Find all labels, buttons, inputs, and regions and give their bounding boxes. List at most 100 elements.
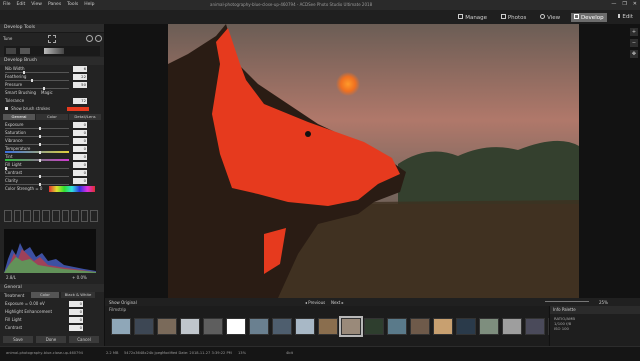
reset-icon[interactable] xyxy=(86,35,93,42)
highlight-enh-row[interactable]: Highlight Enhancement 0 xyxy=(3,308,97,316)
saturation-field[interactable]: 0 xyxy=(73,130,87,136)
filmstrip-thumbnail[interactable] xyxy=(364,318,384,335)
next-button[interactable]: Next ▸ xyxy=(331,300,344,305)
close-icon[interactable]: ✕ xyxy=(633,1,637,7)
tab-develop[interactable]: Develop xyxy=(571,13,607,22)
pressure-field[interactable]: 50 xyxy=(73,82,87,88)
menu-view[interactable]: View xyxy=(31,2,42,7)
stroke-color-swatch[interactable] xyxy=(67,107,89,111)
color-spectrum[interactable] xyxy=(49,186,95,192)
minimize-icon[interactable]: — xyxy=(611,1,616,7)
menu-file[interactable]: File xyxy=(3,2,11,7)
filmstrip-thumbnail[interactable] xyxy=(339,316,363,337)
treatment-color-button[interactable]: Color xyxy=(31,292,59,298)
filmstrip-thumbnail[interactable] xyxy=(226,318,246,335)
pan-icon[interactable]: ✥ xyxy=(630,50,638,58)
maximize-icon[interactable]: ❐ xyxy=(622,1,626,7)
filmstrip-thumbnail[interactable] xyxy=(157,318,177,335)
color-strength-row[interactable]: Color Strength = 0 xyxy=(3,185,101,193)
zoom-out-icon[interactable]: − xyxy=(630,39,638,47)
contrast2-field[interactable]: 0 xyxy=(69,325,83,331)
fill-light-field[interactable]: 0 xyxy=(73,162,87,168)
menu-tools[interactable]: Tools xyxy=(67,2,78,7)
swatch-2[interactable] xyxy=(13,210,22,222)
exposure-ev-field[interactable]: 0 xyxy=(69,301,83,307)
previous-button[interactable]: ◂ Previous xyxy=(305,300,325,305)
tab-view[interactable]: View xyxy=(537,13,563,22)
tint-row[interactable]: Tint 0 xyxy=(3,153,101,162)
swatch-10[interactable] xyxy=(90,210,98,222)
temperature-row[interactable]: Temperature 0 xyxy=(3,145,101,154)
subtab-general[interactable]: General xyxy=(3,114,35,120)
filmstrip-thumbnail[interactable] xyxy=(387,318,407,335)
crop-icon[interactable] xyxy=(48,35,56,43)
swatch-8[interactable] xyxy=(71,210,79,222)
smart-brushing-row[interactable]: Smart Brushing Magic xyxy=(3,89,101,97)
zoom-in-icon[interactable]: + xyxy=(630,28,638,36)
subtab-color[interactable]: Color xyxy=(36,114,68,120)
filmstrip-thumbnail[interactable] xyxy=(410,318,430,335)
filmstrip-thumbnail[interactable] xyxy=(134,318,154,335)
feathering-row[interactable]: Feathering 22 xyxy=(3,73,101,82)
filmstrip-thumbnail[interactable] xyxy=(525,318,545,335)
develop-brush-header[interactable]: Develop Brush xyxy=(0,57,104,65)
show-original-button[interactable]: Show Original xyxy=(109,300,137,305)
subtab-detail-lens[interactable]: Detail/Lens xyxy=(69,114,101,120)
filmstrip-thumbnail[interactable] xyxy=(502,318,522,335)
filmstrip-thumbnail[interactable] xyxy=(295,318,315,335)
swatch-5[interactable] xyxy=(42,210,50,222)
swatch-3[interactable] xyxy=(23,210,31,222)
gear-icon[interactable] xyxy=(95,35,102,42)
menu-help[interactable]: Help xyxy=(84,2,94,7)
swatch-7[interactable] xyxy=(61,210,70,222)
swatch-6[interactable] xyxy=(51,210,60,222)
photo-canvas[interactable] xyxy=(168,24,579,298)
save-button[interactable]: Save xyxy=(3,336,33,343)
tab-edit[interactable]: Edit xyxy=(615,13,636,22)
show-strokes-checkbox[interactable] xyxy=(5,107,8,110)
nib-width-field[interactable]: 6 xyxy=(73,66,87,72)
done-button[interactable]: Done xyxy=(36,336,66,343)
filmstrip-thumbnail[interactable] xyxy=(433,318,453,335)
exposure-field[interactable]: 0 xyxy=(73,122,87,128)
contrast2-row[interactable]: Contrast 0 xyxy=(3,324,97,332)
vibrance-row[interactable]: Vibrance 0 xyxy=(3,137,101,146)
image-viewer[interactable]: + − ✥ xyxy=(105,24,640,298)
filmstrip-thumbnail[interactable] xyxy=(272,318,292,335)
fill-light2-field[interactable]: 0 xyxy=(69,317,83,323)
fill-light-row[interactable]: Fill Light 0 xyxy=(3,161,101,170)
menu-edit[interactable]: Edit xyxy=(17,2,26,7)
highlight-enh-field[interactable]: 0 xyxy=(69,309,83,315)
filmstrip-thumbnail[interactable] xyxy=(180,318,200,335)
pressure-row[interactable]: Pressure 50 xyxy=(3,81,101,90)
general-section-header[interactable]: General xyxy=(0,284,104,292)
swatch-9[interactable] xyxy=(80,210,89,222)
clarity-row[interactable]: Clarity 0 xyxy=(3,177,101,186)
feathering-field[interactable]: 22 xyxy=(73,74,87,80)
tab-photos[interactable]: Photos xyxy=(498,13,529,22)
smart-brushing-select[interactable]: Magic xyxy=(41,90,53,95)
show-strokes-row[interactable]: Show brush strokes xyxy=(3,105,101,113)
cancel-button[interactable]: Cancel xyxy=(69,336,99,343)
contrast-row[interactable]: Contrast 0 xyxy=(3,169,101,178)
tolerance-field[interactable]: 72 xyxy=(73,98,87,104)
treatment-bw-button[interactable]: Black & White xyxy=(61,292,95,298)
menu-panes[interactable]: Panes xyxy=(48,2,61,7)
clarity-field[interactable]: 0 xyxy=(73,178,87,184)
fill-light2-row[interactable]: Fill Light 0 xyxy=(3,316,97,324)
exposure-row[interactable]: Exposure 0 xyxy=(3,121,101,130)
exposure-ev-row[interactable]: Exposure = 0.00 eV 0 xyxy=(3,300,97,308)
tab-manage[interactable]: Manage xyxy=(455,13,490,22)
tint-field[interactable]: 0 xyxy=(73,154,87,160)
swatch-4[interactable] xyxy=(32,210,41,222)
filmstrip-thumbnail[interactable] xyxy=(318,318,338,335)
tolerance-row[interactable]: Tolerance 72 xyxy=(3,97,101,105)
contrast-field[interactable]: 0 xyxy=(73,170,87,176)
filmstrip-thumbnail[interactable] xyxy=(111,318,131,335)
tool-strip[interactable] xyxy=(4,46,100,56)
temperature-field[interactable]: 0 xyxy=(73,146,87,152)
filmstrip-thumbnail[interactable] xyxy=(203,318,223,335)
filmstrip-thumbnail[interactable] xyxy=(479,318,499,335)
saturation-row[interactable]: Saturation 0 xyxy=(3,129,101,138)
filmstrip-thumbnail[interactable] xyxy=(456,318,476,335)
